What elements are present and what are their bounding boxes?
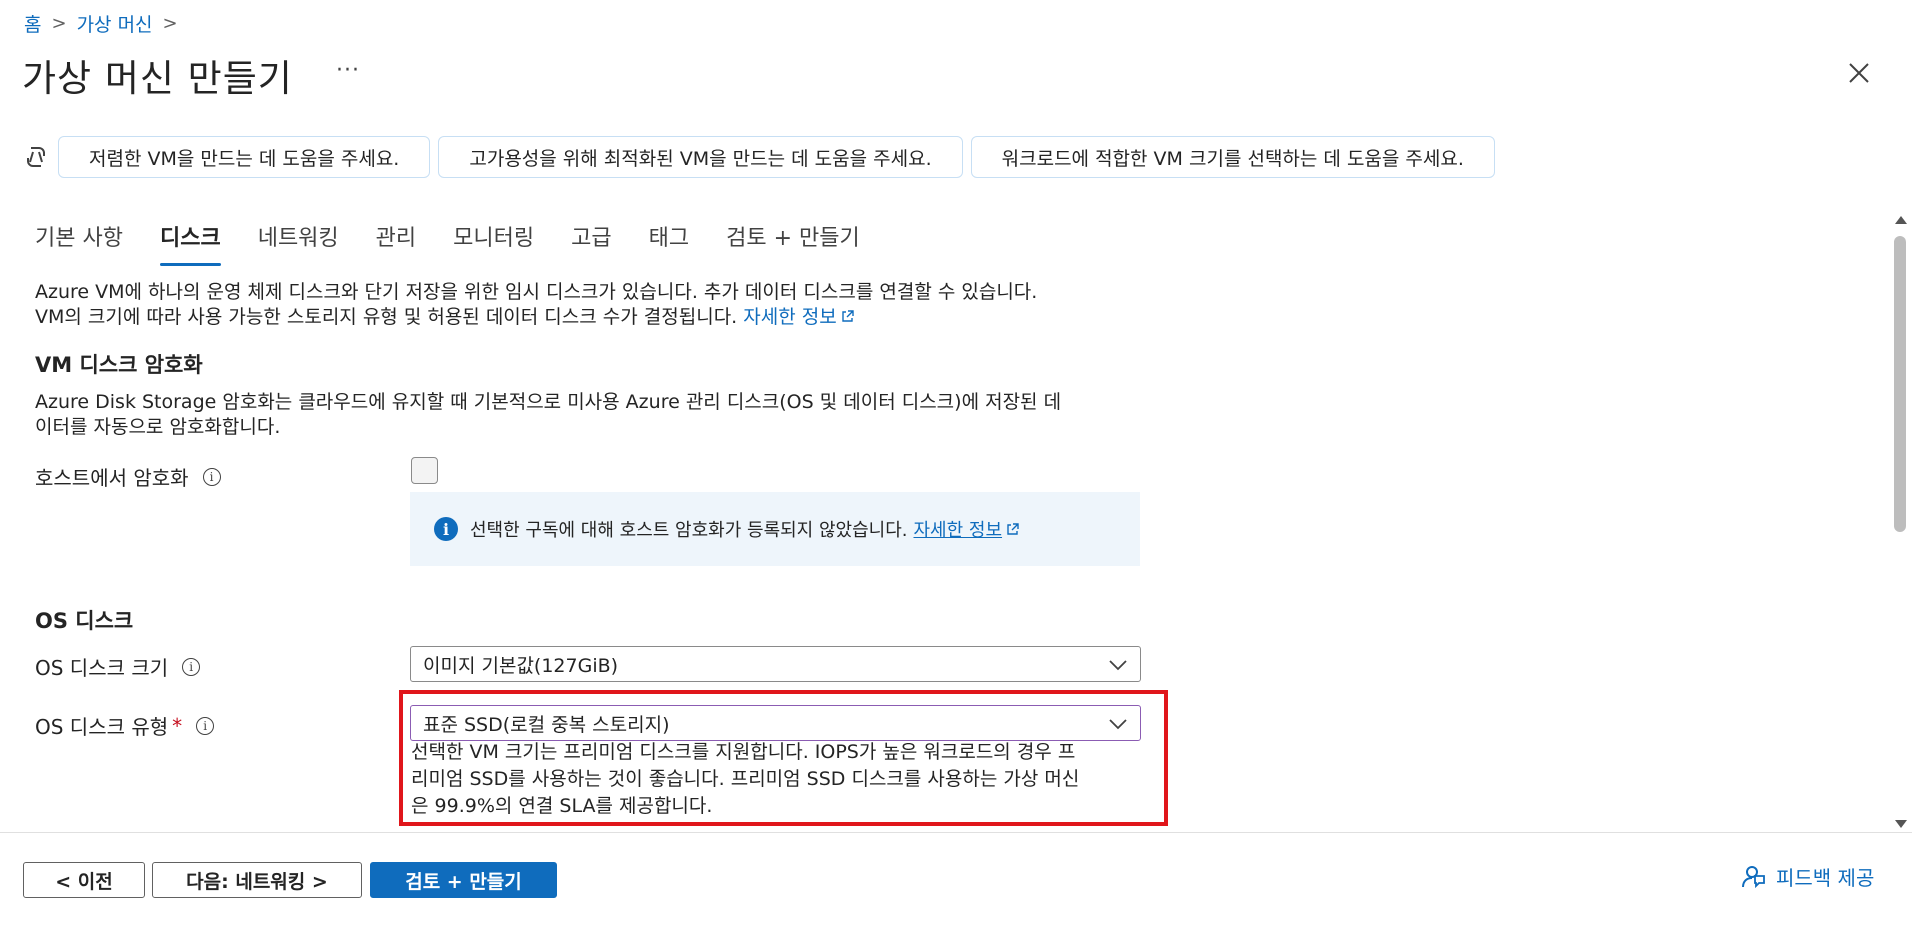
encryption-desc-line-1: Azure Disk Storage 암호화는 클라우드에 유지할 때 기본적으…: [35, 391, 1062, 413]
scroll-up-arrow-icon[interactable]: [1895, 216, 1907, 224]
encryption-info-bar: i 선택한 구독에 대해 호스트 암호화가 등록되지 않았습니다. 자세한 정보: [410, 492, 1140, 566]
tab-monitoring[interactable]: 모니터링: [453, 220, 534, 266]
breadcrumb-separator: >: [162, 13, 178, 34]
wizard-tabs: 기본 사항 디스크 네트워킹 관리 모니터링 고급 태그 검토 + 만들기: [35, 220, 897, 266]
encryption-desc-line-2: 이터를 자동으로 암호화합니다.: [35, 416, 281, 438]
close-button[interactable]: [1846, 60, 1872, 86]
tab-disks[interactable]: 디스크: [159, 220, 221, 266]
breadcrumb: 홈 > 가상 머신 >: [24, 10, 178, 37]
suggestion-chip-cheap-vm[interactable]: 저렴한 VM을 만드는 데 도움을 주세요.: [58, 136, 431, 178]
suggestion-chip-vm-size[interactable]: 워크로드에 적합한 VM 크기를 선택하는 데 도움을 주세요.: [970, 136, 1495, 178]
tab-basics[interactable]: 기본 사항: [35, 220, 123, 266]
review-create-button[interactable]: 검토 + 만들기: [370, 862, 557, 898]
os-disk-type-dropdown[interactable]: 표준 SSD(로컬 중복 스토리지): [410, 705, 1141, 741]
intro-description: Azure VM에 하나의 운영 체제 디스크와 단기 저장을 위한 임시 디스…: [35, 280, 1145, 330]
encryption-learn-more-link[interactable]: 자세한 정보: [914, 516, 1003, 542]
next-networking-button[interactable]: 다음: 네트워킹 >: [152, 862, 362, 898]
os-disk-type-text: OS 디스크 유형: [35, 715, 169, 739]
tab-review-create[interactable]: 검토 + 만들기: [726, 220, 860, 266]
hint-line-2: 리미엄 SSD를 사용하는 것이 좋습니다. 프리미엄 SSD 디스크를 사용하…: [411, 768, 1080, 790]
feedback-label: 피드백 제공: [1776, 866, 1875, 890]
os-disk-type-value: 표준 SSD(로컬 중복 스토리지): [423, 713, 670, 736]
info-filled-icon: i: [434, 517, 458, 541]
os-disk-size-value: 이미지 기본값(127GiB): [423, 654, 619, 677]
scroll-down-arrow-icon[interactable]: [1895, 820, 1907, 828]
breadcrumb-separator: >: [51, 13, 67, 34]
footer-divider: [0, 832, 1912, 833]
external-link-icon: [842, 310, 854, 322]
os-disk-type-label: OS 디스크 유형 * i: [35, 711, 215, 740]
encryption-description: Azure Disk Storage 암호화는 클라우드에 유지할 때 기본적으…: [35, 390, 1145, 440]
learn-more-link[interactable]: 자세한 정보: [743, 306, 854, 328]
breadcrumb-virtual-machines-link[interactable]: 가상 머신: [77, 10, 153, 37]
encryption-at-host-text: 호스트에서 암호화: [35, 466, 189, 490]
os-disk-type-hint: 선택한 VM 크기는 프리미엄 디스크를 지원합니다. IOPS가 높은 워크로…: [411, 739, 1146, 820]
info-icon[interactable]: i: [182, 657, 201, 676]
tab-tags[interactable]: 태그: [649, 220, 689, 266]
feedback-icon: [1742, 865, 1765, 888]
copilot-suggestions: 저렴한 VM을 만드는 데 도움을 주세요. 고가용성을 위해 최적화된 VM을…: [22, 136, 1503, 178]
hint-line-1: 선택한 VM 크기는 프리미엄 디스크를 지원합니다. IOPS가 높은 워크로…: [411, 741, 1076, 763]
scrollbar-thumb[interactable]: [1894, 236, 1906, 532]
breadcrumb-home-link[interactable]: 홈: [24, 10, 41, 37]
encryption-at-host-checkbox[interactable]: [411, 457, 438, 484]
intro-line-2: VM의 크기에 따라 사용 가능한 스토리지 유형 및 허용된 데이터 디스크 …: [35, 305, 1145, 330]
info-icon[interactable]: i: [202, 467, 221, 486]
copilot-icon: [27, 147, 45, 167]
external-link-icon: [1007, 522, 1019, 535]
encryption-info-text: 선택한 구독에 대해 호스트 암호화가 등록되지 않았습니다.: [470, 520, 908, 541]
os-disk-size-text: OS 디스크 크기: [35, 656, 169, 680]
page-title: 가상 머신 만들기: [22, 57, 293, 100]
encryption-heading: VM 디스크 암호화: [35, 353, 203, 377]
vertical-scrollbar[interactable]: [1893, 212, 1907, 828]
feedback-button[interactable]: 피드백 제공: [1740, 862, 1874, 891]
more-options-button[interactable]: ···: [336, 58, 360, 83]
tab-management[interactable]: 관리: [376, 220, 416, 266]
os-disk-size-dropdown[interactable]: 이미지 기본값(127GiB): [410, 646, 1141, 682]
hint-line-3: 은 99.9%의 연결 SLA를 제공합니다.: [411, 795, 713, 817]
required-marker: *: [172, 713, 183, 738]
intro-line-1: Azure VM에 하나의 운영 체제 디스크와 단기 저장을 위한 임시 디스…: [35, 281, 1038, 303]
close-icon: [1849, 63, 1869, 83]
os-disk-size-label: OS 디스크 크기 i: [35, 652, 201, 681]
encryption-at-host-label: 호스트에서 암호화 i: [35, 462, 221, 491]
previous-button[interactable]: < 이전: [23, 862, 145, 898]
chevron-down-icon: [1109, 660, 1127, 671]
suggestion-chip-high-availability-vm[interactable]: 고가용성을 위해 최적화된 VM을 만드는 데 도움을 주세요.: [438, 136, 963, 178]
tab-advanced[interactable]: 고급: [571, 220, 611, 266]
chevron-down-icon: [1109, 719, 1127, 730]
learn-more-label: 자세한 정보: [743, 306, 837, 328]
intro-line-2-text: VM의 크기에 따라 사용 가능한 스토리지 유형 및 허용된 데이터 디스크 …: [35, 306, 738, 328]
tab-networking[interactable]: 네트워킹: [258, 220, 339, 266]
os-disk-heading: OS 디스크: [35, 609, 134, 633]
info-icon[interactable]: i: [196, 716, 215, 735]
